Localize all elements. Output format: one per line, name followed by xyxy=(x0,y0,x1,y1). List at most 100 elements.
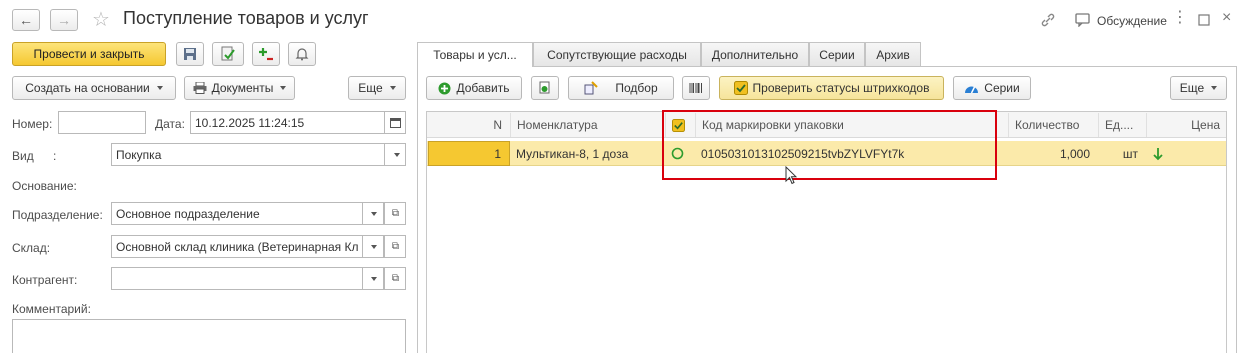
row-nomenclature-value: Мультикан-8, 1 доза xyxy=(516,146,629,161)
arrow-left-icon: ← xyxy=(19,12,33,28)
post-and-close-button[interactable]: Провести и закрыть xyxy=(12,42,166,66)
link-icon[interactable] xyxy=(1040,12,1056,28)
tab-series-label: Серии xyxy=(819,47,855,62)
add-row-button[interactable]: Добавить xyxy=(426,76,522,100)
forward-button[interactable]: → xyxy=(50,9,78,31)
notification-button[interactable] xyxy=(288,42,316,66)
barcode-button[interactable] xyxy=(682,76,710,100)
save-button[interactable] xyxy=(176,42,204,66)
tab-related-costs-label: Сопутствующие расходы xyxy=(547,47,687,62)
number-field[interactable] xyxy=(58,111,146,134)
documents-label: Документы xyxy=(211,81,274,95)
warehouse-select[interactable]: Основной склад клиника (Ветеринарная Кл … xyxy=(111,235,406,258)
open-icon: ⧉ xyxy=(391,273,400,284)
col-header-status[interactable] xyxy=(665,113,695,137)
row-quantity-value: 1,000 xyxy=(1059,146,1090,161)
chevron-down-icon xyxy=(280,86,287,90)
date-label: Дата: xyxy=(155,117,185,131)
col-header-code-label: Код маркировки упаковки xyxy=(702,118,844,132)
chevron-down-icon xyxy=(371,244,377,249)
kind-colon: : xyxy=(53,149,57,163)
gauge-icon xyxy=(965,86,979,94)
row-quantity-cell[interactable]: 1,000 xyxy=(1008,142,1098,165)
warehouse-open-button[interactable]: ⧉ xyxy=(384,236,405,257)
tab-goods[interactable]: Товары и усл... xyxy=(417,42,533,67)
counterparty-label: Контрагент: xyxy=(12,273,78,287)
division-dropdown-button[interactable] xyxy=(362,203,384,224)
maximize-icon[interactable] xyxy=(1198,14,1210,26)
discussion-icon[interactable] xyxy=(1075,13,1091,27)
comment-label: Комментарий: xyxy=(12,302,91,316)
date-field[interactable]: 10.12.2025 11:24:15 xyxy=(190,111,406,134)
comment-textarea[interactable] xyxy=(12,319,406,353)
copy-row-button[interactable] xyxy=(531,76,559,100)
open-icon: ⧉ xyxy=(391,208,400,219)
favorite-star-icon[interactable]: ☆ xyxy=(92,7,110,32)
discussion-link[interactable]: Обсуждение xyxy=(1097,14,1167,28)
post-document-icon xyxy=(221,46,235,61)
barcode-icon xyxy=(689,83,702,93)
create-based-on-button[interactable]: Создать на основании xyxy=(12,76,176,100)
tab-related-costs[interactable]: Сопутствующие расходы xyxy=(533,42,701,66)
row-status-cell[interactable] xyxy=(665,142,695,165)
copy-icon xyxy=(539,81,550,94)
tab-series[interactable]: Серии xyxy=(809,42,865,66)
arrow-down-icon xyxy=(1153,147,1163,160)
division-open-button[interactable]: ⧉ xyxy=(384,203,405,224)
col-header-unit[interactable]: Ед.... xyxy=(1098,113,1146,137)
check-barcode-status-button[interactable]: Проверить статусы штрихкодов xyxy=(719,76,944,100)
close-icon[interactable]: × xyxy=(1222,9,1231,27)
checkbox-status-icon xyxy=(733,81,748,95)
chevron-down-icon xyxy=(393,152,400,157)
plus-minus-icon xyxy=(259,48,273,61)
division-select[interactable]: Основное подразделение ⧉ xyxy=(111,202,406,225)
tab-additional[interactable]: Дополнительно xyxy=(701,42,809,66)
kind-select[interactable]: Покупка xyxy=(111,143,406,166)
floppy-icon xyxy=(184,48,196,60)
calendar-button[interactable] xyxy=(384,112,405,133)
tab-goods-label: Товары и усл... xyxy=(433,48,517,62)
col-header-n[interactable]: N xyxy=(428,113,510,137)
date-value: 10.12.2025 11:24:15 xyxy=(195,115,305,130)
col-header-code[interactable]: Код маркировки упаковки xyxy=(695,113,1008,137)
status-circle-icon xyxy=(671,147,684,160)
row-nomenclature-cell[interactable]: Мультикан-8, 1 доза xyxy=(510,142,665,165)
window-title: Поступление товаров и услуг xyxy=(123,8,369,28)
counterparty-dropdown-button[interactable] xyxy=(362,268,384,289)
pick-button[interactable]: Подбор xyxy=(568,76,674,100)
row-unit-value: шт xyxy=(1122,146,1138,161)
kind-dropdown-button[interactable] xyxy=(384,144,405,165)
post-document-button[interactable] xyxy=(212,42,244,66)
documents-button[interactable]: Документы xyxy=(184,76,295,100)
post-and-close-label: Провести и закрыть xyxy=(33,47,145,61)
warehouse-dropdown-button[interactable] xyxy=(362,236,384,257)
chevron-down-icon xyxy=(1211,86,1218,90)
series-button[interactable]: Серии xyxy=(953,76,1031,100)
row-code-cell[interactable]: 0105031013102509215tvbZYLVFYt7k xyxy=(695,142,1008,165)
kind-label: Вид xyxy=(12,149,34,163)
counterparty-open-button[interactable]: ⧉ xyxy=(384,268,405,289)
more-button-table[interactable]: Еще xyxy=(1170,76,1227,100)
checkbox-status-icon xyxy=(672,118,685,132)
pick-label: Подбор xyxy=(615,81,658,95)
create-based-on-label: Создать на основании xyxy=(25,81,150,95)
col-header-nomenclature[interactable]: Номенклатура xyxy=(510,113,665,137)
more-vert-icon[interactable]: ⋮ xyxy=(1172,10,1188,26)
row-n-value: 1 xyxy=(494,146,501,161)
col-header-quantity-label: Количество xyxy=(1015,118,1080,132)
counterparty-select[interactable]: ⧉ xyxy=(111,267,406,290)
row-price-cell[interactable] xyxy=(1146,142,1226,165)
col-header-price[interactable]: Цена xyxy=(1146,113,1226,137)
back-button[interactable]: ← xyxy=(12,9,40,31)
tab-archive[interactable]: Архив xyxy=(865,42,921,66)
warehouse-label: Склад: xyxy=(12,241,51,255)
more-button-left[interactable]: Еще xyxy=(348,76,406,100)
col-header-price-label: Цена xyxy=(1191,118,1220,132)
calendar-icon xyxy=(390,118,401,128)
row-unit-cell[interactable]: шт xyxy=(1098,142,1146,165)
add-entry-button[interactable] xyxy=(252,42,280,66)
row-n-cell[interactable]: 1 xyxy=(428,141,510,166)
chevron-down-icon xyxy=(389,86,396,90)
chevron-down-icon xyxy=(371,211,377,216)
col-header-quantity[interactable]: Количество xyxy=(1008,113,1098,137)
